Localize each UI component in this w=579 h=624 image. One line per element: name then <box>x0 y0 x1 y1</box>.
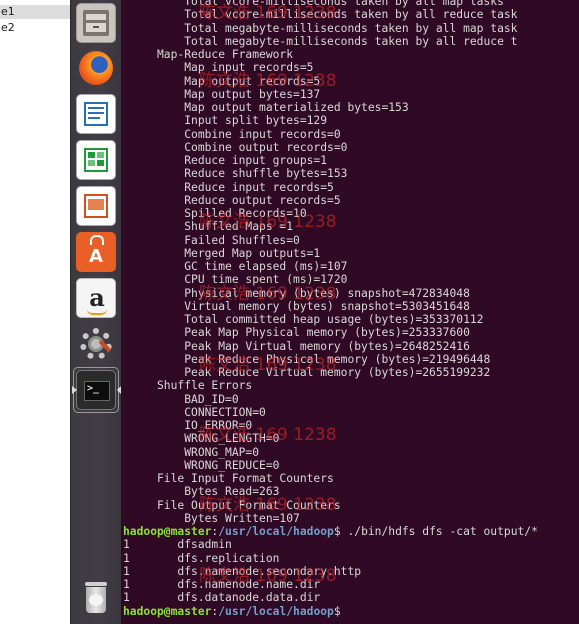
command-output-line: 1 dfsadmin <box>123 538 232 552</box>
terminal-window[interactable]: Total vcore-milliseconds taken by all ma… <box>121 0 579 624</box>
terminal-line: CPU time spent (ms)=1720 <box>123 273 348 287</box>
terminal-line: Spilled Records=10 <box>123 207 307 220</box>
command-output-line: 1 dfs.datanode.data.dir <box>123 591 321 605</box>
file-list-item[interactable]: e1 <box>0 5 70 19</box>
system-settings-icon[interactable] <box>76 324 116 364</box>
command-output-line: 1 dfs.namenode.name.dir <box>123 578 321 591</box>
command-output-line: 1 dfs.namenode.secondary.http <box>123 564 362 578</box>
terminal-line: Combine input records=0 <box>123 127 341 141</box>
terminal-line: Map output records=5 <box>123 74 321 88</box>
terminal-icon[interactable]: >_ <box>76 370 116 410</box>
terminal-line: CONNECTION=0 <box>123 405 266 419</box>
terminal-line: Peak Map Virtual memory (bytes)=26482524… <box>123 339 470 353</box>
terminal-line: WRONG_REDUCE=0 <box>123 458 280 472</box>
terminal-line: GC time elapsed (ms)=107 <box>123 260 348 273</box>
command-line: hadoop@master:/usr/local/hadoop$ ./bin/h… <box>123 525 538 538</box>
terminal-line: IO_ERROR=0 <box>123 419 253 432</box>
terminal-line: Input split bytes=129 <box>123 114 328 128</box>
terminal-line: Reduce shuffle bytes=153 <box>123 167 348 181</box>
terminal-line: WRONG_MAP=0 <box>123 445 260 459</box>
terminal-line: Peak Reduce Virtual memory (bytes)=26551… <box>123 366 491 379</box>
terminal-line: Total vcore-milliseconds taken by all ma… <box>123 0 504 8</box>
amazon-icon[interactable]: a <box>76 278 116 318</box>
terminal-line: Total megabyte-milliseconds taken by all… <box>123 21 518 35</box>
writer-icon[interactable] <box>76 94 116 134</box>
active-indicator <box>72 386 77 394</box>
prompt-user-host: hadoop@master <box>123 525 212 538</box>
prompt-path: /usr/local/hadoop <box>218 604 334 618</box>
terminal-line: Shuffle Errors <box>123 379 253 393</box>
terminal-line: Peak Reduce Physical memory (bytes)=2194… <box>123 352 491 366</box>
terminal-line: Failed Shuffles=0 <box>123 233 300 247</box>
trash-icon[interactable] <box>76 578 116 618</box>
terminal-line: Total megabyte-milliseconds taken by all… <box>123 34 518 48</box>
terminal-line: BAD_ID=0 <box>123 392 239 406</box>
terminal-line: Virtual memory (bytes) snapshot=53034516… <box>123 299 470 313</box>
terminal-line: Reduce output records=5 <box>123 193 341 207</box>
terminal-line: Map-Reduce Framework <box>123 48 294 61</box>
terminal-line: Reduce input groups=1 <box>123 154 328 167</box>
file-list-pane: e1 e2 <box>0 0 70 624</box>
firefox-icon[interactable] <box>76 48 116 88</box>
unity-launcher: A a >_ <box>70 0 121 624</box>
terminal-line: Map input records=5 <box>123 61 314 75</box>
terminal-line: File Input Format Counters <box>123 472 334 485</box>
software-center-icon[interactable]: A <box>76 232 116 272</box>
command-text: ./bin/hdfs dfs -cat output/* <box>340 525 538 538</box>
terminal-line: WRONG_LENGTH=0 <box>123 432 280 446</box>
prompt-symbol: $ <box>333 604 341 618</box>
terminal-line: Total vcore-milliseconds taken by all re… <box>123 8 518 22</box>
terminal-line: Map output materialized bytes=153 <box>123 101 409 114</box>
files-icon[interactable] <box>76 3 116 43</box>
calc-icon[interactable] <box>76 140 116 180</box>
terminal-line: File Output Format Counters <box>123 498 341 512</box>
shell-prompt: hadoop@master:/usr/local/hadoop$ <box>123 605 341 618</box>
terminal-line: Total committed heap usage (bytes)=35337… <box>123 313 484 326</box>
terminal-line: Combine output records=0 <box>123 140 348 154</box>
terminal-line: Map output bytes=137 <box>123 87 321 101</box>
terminal-line: Reduce input records=5 <box>123 180 334 194</box>
prompt-path: /usr/local/hadoop <box>218 525 334 538</box>
command-output-line: 1 dfs.replication <box>123 551 280 565</box>
file-list-item[interactable]: e2 <box>0 21 70 35</box>
terminal-line: Bytes Written=107 <box>123 511 300 525</box>
terminal-line: Bytes Read=263 <box>123 485 280 499</box>
terminal-line: Peak Map Physical memory (bytes)=2533376… <box>123 326 470 340</box>
terminal-line: Physical memory (bytes) snapshot=4728340… <box>123 286 470 300</box>
prompt-symbol: $ <box>333 525 341 538</box>
terminal-line: Merged Map outputs=1 <box>123 246 321 260</box>
terminal-line: Shuffled Maps =1 <box>123 220 294 234</box>
prompt-user-host: hadoop@master <box>123 604 212 618</box>
impress-icon[interactable] <box>76 186 116 226</box>
